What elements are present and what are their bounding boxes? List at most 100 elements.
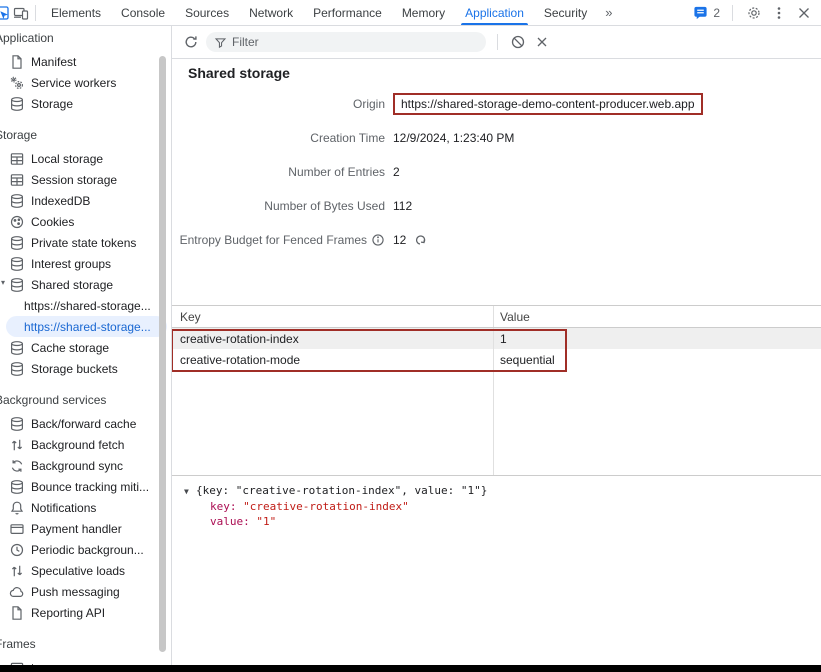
cloud-icon	[9, 584, 25, 600]
sidebar-item-speculative-loads[interactable]: Speculative loads	[0, 560, 171, 581]
sidebar-item-interest-groups[interactable]: Interest groups	[0, 253, 171, 274]
cell-key: creative-rotation-mode	[172, 349, 494, 370]
field-label: Creation Time	[310, 131, 385, 145]
sidebar-item-bounce-tracking-miti[interactable]: Bounce tracking miti...	[0, 476, 171, 497]
sidebar-item-storage[interactable]: Storage	[0, 93, 171, 114]
delete-selected-icon[interactable]	[533, 33, 551, 51]
entries-table: Key Value creative-rotation-index1creati…	[172, 305, 821, 476]
sidebar-item-label: Back/forward cache	[31, 417, 136, 431]
sidebar-item-storage-buckets[interactable]: Storage buckets	[0, 358, 171, 379]
sidebar-item-local-storage[interactable]: Local storage	[0, 148, 171, 169]
sidebar-item-label: Background fetch	[31, 438, 124, 452]
sidebar-item-label: Push messaging	[31, 585, 120, 599]
database-icon	[9, 277, 25, 293]
database-icon	[9, 340, 25, 356]
sidebar-item-label: Bounce tracking miti...	[31, 480, 149, 494]
field-row: Entropy Budget for Fenced Frames12	[172, 223, 821, 257]
sidebar-item-label: Speculative loads	[31, 564, 125, 578]
cell-value: 1	[494, 328, 821, 349]
tree-expander-icon[interactable]: ▾	[1, 278, 9, 287]
database-icon	[9, 416, 25, 432]
sidebar-item-https-shared-storage[interactable]: https://shared-storage...	[0, 295, 171, 316]
sidebar-item-notifications[interactable]: Notifications	[0, 497, 171, 518]
tab-network[interactable]: Network	[239, 0, 303, 25]
window-bottom-edge	[0, 665, 821, 672]
sidebar-item-label: Service workers	[31, 76, 116, 90]
sidebar-item-back-forward-cache[interactable]: Back/forward cache	[0, 413, 171, 434]
column-header-key[interactable]: Key	[172, 306, 494, 327]
table-row[interactable]: creative-rotation-index1	[172, 328, 821, 349]
sidebar-item-private-state-tokens[interactable]: Private state tokens	[0, 232, 171, 253]
database-icon	[9, 235, 25, 251]
page-title: Shared storage	[188, 65, 821, 83]
cell-key: creative-rotation-index	[172, 328, 494, 349]
info-icon[interactable]	[371, 233, 385, 247]
clear-all-icon[interactable]	[509, 33, 527, 51]
sidebar-item-background-fetch[interactable]: Background fetch	[0, 434, 171, 455]
bell-icon	[9, 500, 25, 516]
sidebar-item-session-storage[interactable]: Session storage	[0, 169, 171, 190]
property-name: value	[210, 515, 243, 528]
sidebar-item-label: Local storage	[31, 152, 103, 166]
preview-property-line: key: "creative-rotation-index"	[184, 499, 821, 514]
table-row[interactable]: creative-rotation-modesequential	[172, 349, 821, 370]
tab-memory[interactable]: Memory	[392, 0, 455, 25]
sidebar-item-periodic-backgroun[interactable]: Periodic backgroun...	[0, 539, 171, 560]
sidebar-item-service-workers[interactable]: Service workers	[0, 72, 171, 93]
tab-sources[interactable]: Sources	[175, 0, 239, 25]
reset-budget-icon[interactable]	[413, 233, 427, 247]
filter-pill[interactable]	[206, 32, 486, 52]
settings-gear-icon[interactable]	[745, 4, 763, 22]
tab-performance[interactable]: Performance	[303, 0, 392, 25]
expander-triangle-icon[interactable]: ▼	[184, 484, 196, 499]
shared-storage-panel: Shared storage Originhttps://shared-stor…	[172, 26, 821, 665]
property-value: "1"	[256, 515, 276, 528]
device-toolbar-icon[interactable]	[12, 4, 30, 22]
sidebar-item-indexeddb[interactable]: IndexedDB	[0, 190, 171, 211]
clock-icon	[9, 542, 25, 558]
cookie-icon	[9, 214, 25, 230]
sidebar-scrollbar-thumb[interactable]	[159, 56, 166, 652]
filter-input[interactable]	[232, 35, 478, 49]
sync-icon	[9, 458, 25, 474]
database-icon	[9, 361, 25, 377]
sidebar-item-manifest[interactable]: Manifest	[0, 51, 171, 72]
sidebar-item-cookies[interactable]: Cookies	[0, 211, 171, 232]
field-label: Origin	[353, 97, 385, 111]
field-value: 2	[393, 165, 400, 179]
sidebar-item-cache-storage[interactable]: Cache storage	[0, 337, 171, 358]
sidebar-item-push-messaging[interactable]: Push messaging	[0, 581, 171, 602]
tab-console[interactable]: Console	[111, 0, 175, 25]
up-down-arrows-icon	[9, 437, 25, 453]
field-value: 112	[393, 199, 412, 213]
tab-security[interactable]: Security	[534, 0, 597, 25]
divider	[497, 34, 498, 50]
devtools-tabbar: ElementsConsoleSourcesNetworkPerformance…	[0, 0, 821, 26]
sidebar-section-storage: Storage	[0, 127, 171, 144]
tab-application[interactable]: Application	[455, 0, 534, 25]
sidebar-item-label: Reporting API	[31, 606, 105, 620]
sidebar-item-https-shared-storage[interactable]: https://shared-storage...	[6, 316, 167, 337]
sidebar-item-payment-handler[interactable]: Payment handler	[0, 518, 171, 539]
inspect-element-icon[interactable]	[0, 4, 10, 22]
issues-button[interactable]: 2	[691, 4, 720, 22]
sidebar-item-shared-storage[interactable]: ▾Shared storage	[0, 274, 171, 295]
sidebar-item-reporting-api[interactable]: Reporting API	[0, 602, 171, 623]
refresh-icon[interactable]	[182, 33, 200, 51]
sidebar-item-label: https://shared-storage...	[24, 299, 151, 313]
table-icon	[9, 151, 25, 167]
sidebar-item-label: Background sync	[31, 459, 123, 473]
funnel-icon	[214, 36, 227, 49]
close-devtools-icon[interactable]	[795, 4, 813, 22]
preview-summary-line: ▼{key: "creative-rotation-index", value:…	[184, 483, 821, 499]
sidebar-item-label: Manifest	[31, 55, 76, 69]
column-header-value[interactable]: Value	[494, 306, 821, 327]
more-tabs-chevron[interactable]: »	[597, 0, 620, 25]
sidebar-item-top[interactable]: top	[0, 657, 171, 665]
sidebar-item-label: Interest groups	[31, 257, 111, 271]
property-value: "creative-rotation-index"	[243, 500, 409, 513]
sidebar-item-label: Session storage	[31, 173, 117, 187]
kebab-menu-icon[interactable]	[770, 4, 788, 22]
tab-elements[interactable]: Elements	[41, 0, 111, 25]
sidebar-item-background-sync[interactable]: Background sync	[0, 455, 171, 476]
